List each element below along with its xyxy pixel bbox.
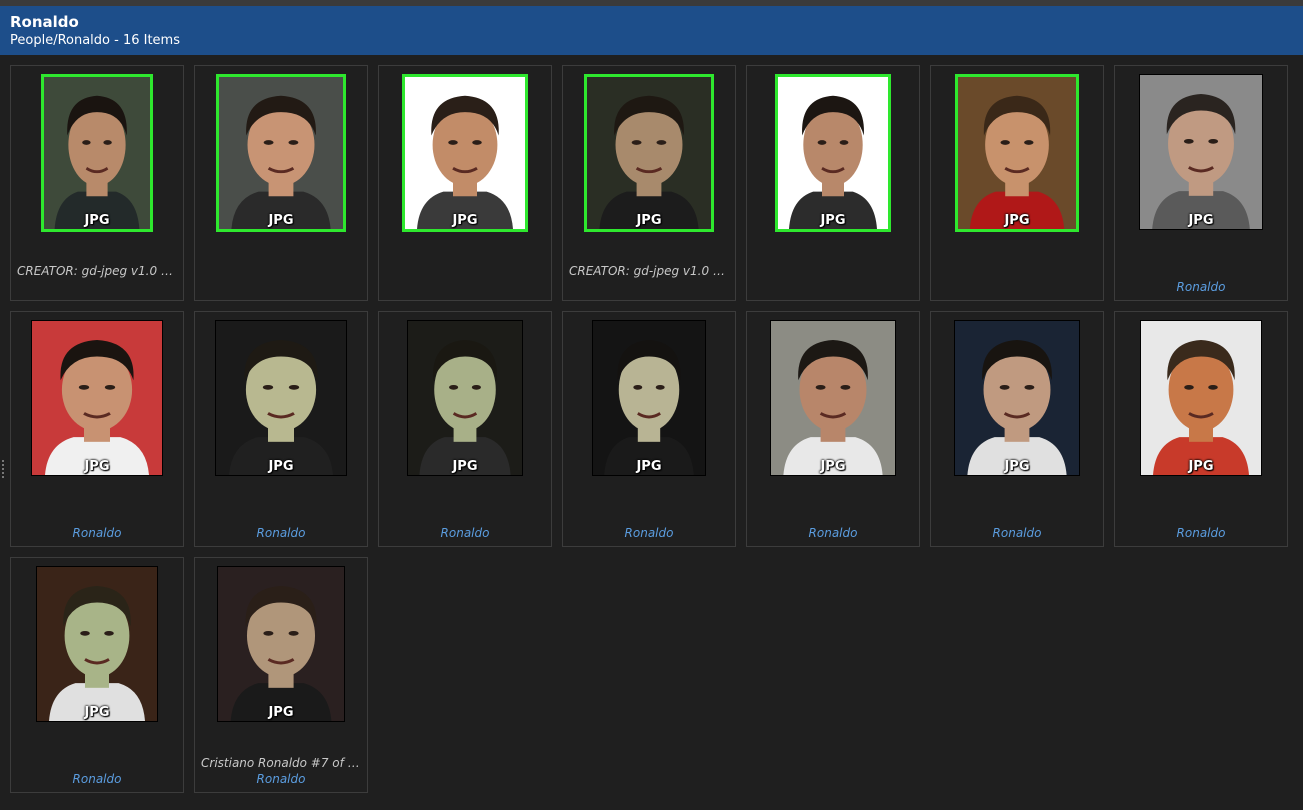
thumbnail-item[interactable]: JPG Ronaldo [1114, 311, 1288, 547]
photo-thumbnail[interactable]: JPG [216, 74, 346, 232]
person-tag-link[interactable]: Ronaldo [747, 526, 919, 540]
thumbnail-item[interactable]: JPG [194, 65, 368, 301]
thumbnail-item[interactable]: JPG Ronaldo [10, 311, 184, 547]
portrait-image [405, 77, 525, 229]
portrait-image [1140, 75, 1262, 229]
file-type-badge: JPG [636, 213, 662, 228]
thumbnail-item[interactable]: JPG Ronaldo [930, 311, 1104, 547]
photo-thumbnail[interactable]: JPG [955, 74, 1079, 232]
portrait-image [44, 77, 150, 229]
photo-thumbnail[interactable]: JPG [407, 320, 523, 476]
photo-thumbnail[interactable]: JPG [215, 320, 347, 476]
person-tag-link[interactable]: Ronaldo [11, 526, 183, 540]
person-tag-link[interactable]: Ronaldo [563, 526, 735, 540]
photo-thumbnail[interactable]: JPG [41, 74, 153, 232]
portrait-image [37, 567, 157, 721]
collection-path: People/Ronaldo - 16 Items [10, 33, 180, 48]
person-tag-link[interactable]: Ronaldo [1115, 280, 1287, 294]
person-tag-link[interactable]: Ronaldo [1115, 526, 1287, 540]
photo-thumbnail[interactable]: JPG [770, 320, 896, 476]
file-type-badge: JPG [84, 213, 110, 228]
portrait-image [955, 321, 1079, 475]
photo-thumbnail[interactable]: JPG [584, 74, 714, 232]
thumbnail-item[interactable]: JPG Ronaldo [194, 311, 368, 547]
file-type-badge: JPG [452, 213, 478, 228]
person-tag-link[interactable]: Ronaldo [11, 772, 183, 786]
person-tag-link[interactable]: Ronaldo [379, 526, 551, 540]
file-type-badge: JPG [636, 459, 662, 474]
file-type-badge: JPG [84, 705, 110, 720]
thumbnail-item[interactable]: JPG CREATOR: gd-jpeg v1.0 (us… [10, 65, 184, 301]
file-type-badge: JPG [820, 213, 846, 228]
photo-thumbnail[interactable]: JPG [1139, 74, 1263, 230]
portrait-image [408, 321, 522, 475]
photo-thumbnail[interactable]: JPG [217, 566, 345, 722]
file-type-badge: JPG [452, 459, 478, 474]
portrait-image [1141, 321, 1261, 475]
photo-thumbnail[interactable]: JPG [1140, 320, 1262, 476]
photo-thumbnail[interactable]: JPG [775, 74, 891, 232]
thumbnail-item[interactable]: JPG [378, 65, 552, 301]
photo-thumbnail[interactable]: JPG [402, 74, 528, 232]
portrait-image [593, 321, 705, 475]
thumbnail-item[interactable]: JPG Ronaldo [378, 311, 552, 547]
photo-thumbnail[interactable]: JPG [31, 320, 163, 476]
thumbnail-item[interactable]: JPG Ronaldo [746, 311, 920, 547]
thumbnail-item[interactable]: JPG Cristiano Ronaldo #7 of J… Ronaldo [194, 557, 368, 793]
file-type-badge: JPG [268, 459, 294, 474]
thumbnail-item[interactable]: JPG Ronaldo [562, 311, 736, 547]
thumbnail-item[interactable]: JPG [746, 65, 920, 301]
person-tag-link[interactable]: Ronaldo [195, 772, 367, 786]
portrait-image [32, 321, 162, 475]
file-type-badge: JPG [1188, 213, 1214, 228]
person-tag-link[interactable]: Ronaldo [195, 526, 367, 540]
photo-thumbnail[interactable]: JPG [954, 320, 1080, 476]
file-type-badge: JPG [820, 459, 846, 474]
person-tag-link[interactable]: Ronaldo [931, 526, 1103, 540]
resize-handle[interactable] [2, 460, 4, 478]
collection-header: Ronaldo People/Ronaldo - 16 Items [0, 6, 1303, 55]
portrait-image [218, 567, 344, 721]
thumbnail-item[interactable]: JPG Ronaldo [10, 557, 184, 793]
thumbnail-item[interactable]: JPG Ronaldo [1114, 65, 1288, 301]
file-type-badge: JPG [268, 705, 294, 720]
thumbnail-item[interactable]: JPG CREATOR: gd-jpeg v1.0 (us… [562, 65, 736, 301]
collection-title: Ronaldo [10, 13, 79, 31]
item-description: CREATOR: gd-jpeg v1.0 (us… [569, 264, 729, 278]
file-type-badge: JPG [1004, 459, 1030, 474]
portrait-image [778, 77, 888, 229]
photo-thumbnail[interactable]: JPG [36, 566, 158, 722]
thumbnail-item[interactable]: JPG [930, 65, 1104, 301]
file-type-badge: JPG [1004, 213, 1030, 228]
photo-thumbnail[interactable]: JPG [592, 320, 706, 476]
portrait-image [958, 77, 1076, 229]
portrait-image [216, 321, 346, 475]
item-description: Cristiano Ronaldo #7 of J… [201, 756, 361, 770]
file-type-badge: JPG [1188, 459, 1214, 474]
item-description: CREATOR: gd-jpeg v1.0 (us… [17, 264, 177, 278]
portrait-image [219, 77, 343, 229]
file-type-badge: JPG [84, 459, 110, 474]
portrait-image [771, 321, 895, 475]
portrait-image [587, 77, 711, 229]
file-type-badge: JPG [268, 213, 294, 228]
